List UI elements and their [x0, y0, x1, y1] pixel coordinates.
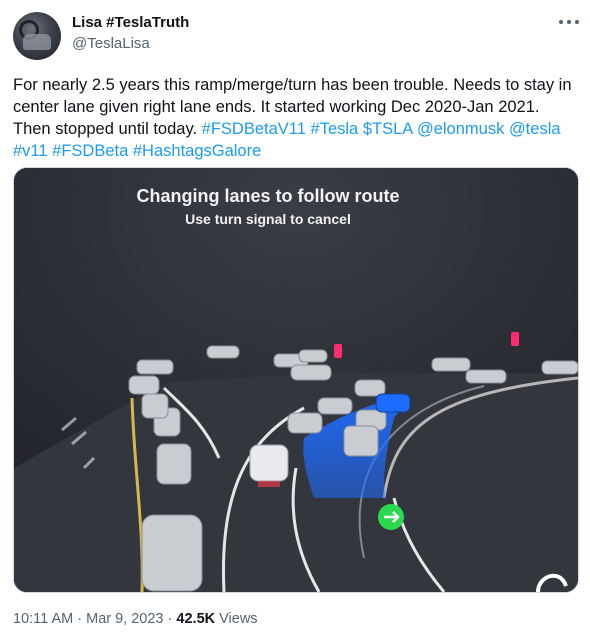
hashtag-link[interactable]: #FSDBeta	[52, 142, 128, 160]
tweet-date[interactable]: Mar 9, 2023	[86, 611, 163, 627]
hashtag-link[interactable]: #v11	[13, 142, 48, 160]
cashtag-link[interactable]: $TSLA	[363, 120, 413, 138]
video-media[interactable]: Changing lanes to follow route Use turn …	[13, 167, 579, 593]
author-name[interactable]: Lisa #TeslaTruth	[72, 14, 189, 31]
more-options-icon[interactable]	[556, 12, 582, 32]
mention-link[interactable]: @tesla	[509, 120, 561, 138]
hashtag-link[interactable]: #Tesla	[311, 120, 359, 138]
nav-subline: Use turn signal to cancel	[185, 211, 351, 227]
nav-headline: Changing lanes to follow route	[137, 186, 400, 206]
avatar[interactable]	[13, 12, 61, 60]
views-count: 42.5K	[176, 611, 216, 627]
views-label: Views	[219, 611, 258, 627]
separator: ·	[77, 611, 83, 627]
mention-link[interactable]: @elonmusk	[417, 120, 504, 138]
car-seat-icon	[23, 34, 51, 50]
tweet-meta: 10:11 AM · Mar 9, 2023 · 42.5K Views	[13, 611, 258, 627]
tweet-text: For nearly 2.5 years this ramp/merge/tur…	[13, 74, 578, 162]
separator: ·	[167, 611, 173, 627]
hashtag-link[interactable]: #FSDBetaV11	[202, 120, 306, 138]
author-handle[interactable]: @TeslaLisa	[72, 35, 150, 52]
hashtag-link[interactable]: #HashtagsGalore	[133, 142, 261, 160]
tweet-time[interactable]: 10:11 AM	[13, 611, 73, 627]
